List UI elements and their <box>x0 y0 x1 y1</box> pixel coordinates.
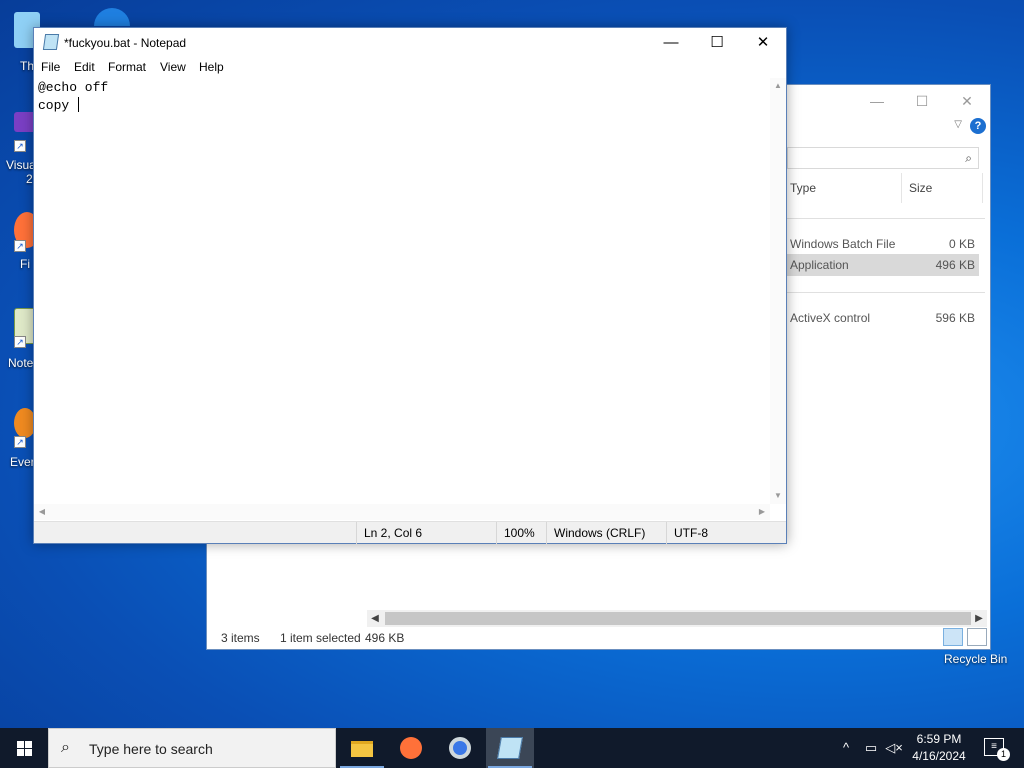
taskbar-notepad[interactable] <box>486 728 534 768</box>
edge-browser-icon <box>94 8 130 26</box>
system-clock[interactable]: 6:59 PM 4/16/2024 <box>904 731 974 765</box>
status-bar: Ln 2, Col 6 100% Windows (CRLF) UTF-8 <box>34 521 786 544</box>
windows-logo-icon <box>17 749 24 756</box>
cursor-position: Ln 2, Col 6 <box>356 522 496 544</box>
zoom-level: 100% <box>496 522 546 544</box>
notification-count: 1 <box>997 748 1010 761</box>
file-type: Windows Batch File <box>790 237 896 251</box>
file-row[interactable]: ActiveX control 596 KB <box>787 307 979 329</box>
file-row-selected[interactable]: Application 496 KB <box>787 254 979 276</box>
file-row[interactable]: Windows Batch File 0 KB <box>787 233 979 255</box>
menu-edit[interactable]: Edit <box>74 60 95 74</box>
taskbar-chrome[interactable] <box>436 728 484 768</box>
vertical-scrollbar[interactable]: ▲ ▼ <box>770 78 786 504</box>
file-type: Application <box>790 258 849 272</box>
taskbar-search-input[interactable]: ⌕ Type here to search <box>48 728 336 768</box>
scroll-down-icon[interactable]: ▼ <box>770 488 786 504</box>
column-divider[interactable] <box>901 173 902 203</box>
desktop-icon-label: Fi <box>20 257 30 271</box>
desktop-icon-label: Ever <box>10 455 35 469</box>
scroll-up-icon[interactable]: ▲ <box>770 78 786 94</box>
scrollbar-thumb[interactable] <box>385 612 971 625</box>
column-divider[interactable] <box>982 173 983 203</box>
desktop-icon-label: Visua <box>6 158 36 172</box>
editor-line: @echo off <box>38 80 109 95</box>
column-header-type[interactable]: Type <box>790 181 816 195</box>
notepad-icon <box>42 34 60 50</box>
large-icons-view-icon[interactable] <box>967 628 987 646</box>
windows-logo-icon <box>25 749 32 756</box>
title-bar[interactable]: *fuckyou.bat - Notepad — ☐ ✕ <box>34 28 786 58</box>
help-icon[interactable]: ? <box>970 118 986 134</box>
scroll-right-icon[interactable]: ▶ <box>971 610 987 627</box>
notification-center-icon[interactable]: ≡ 1 <box>984 738 1010 761</box>
chevron-up-icon[interactable]: ^ <box>836 728 856 768</box>
text-caret <box>78 97 80 112</box>
clock-date: 4/16/2024 <box>912 749 966 763</box>
item-count: 3 items <box>221 631 260 645</box>
selection-size: 496 KB <box>365 631 405 645</box>
desktop-icon-label-line2: 2 <box>26 172 33 186</box>
notepad-icon <box>497 737 523 759</box>
desktop-icon-label: Note <box>8 356 34 370</box>
maximize-button[interactable]: ☐ <box>694 28 740 58</box>
taskbar: ⌕ Type here to search ^ ▭ ◁× 6:59 PM 4/1… <box>0 728 1024 768</box>
file-size: 0 KB <box>948 237 975 251</box>
start-button[interactable] <box>0 728 48 768</box>
search-icon: ⌕ <box>61 739 70 756</box>
firefox-icon <box>400 737 422 759</box>
details-view-icon[interactable] <box>943 628 963 646</box>
chrome-icon <box>449 737 471 759</box>
window-title: *fuckyou.bat - Notepad <box>64 36 187 50</box>
taskbar-file-explorer[interactable] <box>338 728 386 768</box>
shortcut-arrow-icon: ↗ <box>14 240 26 252</box>
network-icon[interactable]: ▭ <box>860 728 882 768</box>
file-size: 596 KB <box>935 311 975 325</box>
menu-file[interactable]: File <box>41 60 60 74</box>
menu-help[interactable]: Help <box>199 60 224 74</box>
selection-status: 1 item selected <box>280 631 361 645</box>
encoding: UTF-8 <box>666 522 786 544</box>
minimize-button[interactable]: — <box>648 28 694 58</box>
horizontal-scrollbar[interactable]: ◀ ▶ <box>34 504 770 520</box>
menu-bar: File Edit Format View Help <box>34 58 786 78</box>
close-icon[interactable]: ✕ <box>952 91 982 111</box>
column-header-size[interactable]: Size <box>909 181 932 195</box>
maximize-icon[interactable]: ☐ <box>907 91 937 111</box>
group-divider <box>787 292 985 293</box>
shortcut-arrow-icon: ↗ <box>14 336 26 348</box>
scroll-right-icon[interactable]: ▶ <box>754 504 770 520</box>
menu-view[interactable]: View <box>160 60 186 74</box>
search-placeholder: Type here to search <box>89 741 213 757</box>
notepad-window[interactable]: *fuckyou.bat - Notepad — ☐ ✕ File Edit F… <box>33 27 787 544</box>
search-icon: ⌕ <box>965 151 972 165</box>
clock-time: 6:59 PM <box>916 732 962 746</box>
file-type: ActiveX control <box>790 311 871 325</box>
menu-format[interactable]: Format <box>108 60 146 74</box>
scroll-left-icon[interactable]: ◀ <box>34 504 50 520</box>
windows-logo-icon <box>25 741 32 748</box>
horizontal-scrollbar[interactable]: ◀ ▶ <box>367 610 987 627</box>
shortcut-arrow-icon: ↗ <box>14 140 26 152</box>
windows-logo-icon <box>17 741 24 748</box>
folder-icon <box>351 741 373 757</box>
group-divider <box>787 218 985 219</box>
text-editor[interactable]: @echo off copy <box>34 78 770 504</box>
close-button[interactable]: ✕ <box>740 28 786 58</box>
recycle-bin-label[interactable]: Recycle Bin <box>944 652 1007 666</box>
file-size: 496 KB <box>935 258 975 272</box>
editor-line: copy <box>38 98 78 113</box>
minimize-icon[interactable]: — <box>862 91 892 111</box>
volume-muted-icon[interactable]: ◁× <box>884 728 904 768</box>
search-input[interactable]: ⌕ <box>787 147 979 169</box>
scroll-left-icon[interactable]: ◀ <box>367 610 383 627</box>
chevron-down-icon[interactable]: ▽ <box>954 119 962 130</box>
desktop-icon-label: Th <box>20 59 35 73</box>
editor-line-current: copy <box>38 97 770 115</box>
line-ending: Windows (CRLF) <box>546 522 666 544</box>
taskbar-firefox[interactable] <box>387 728 435 768</box>
shortcut-arrow-icon: ↗ <box>14 436 26 448</box>
